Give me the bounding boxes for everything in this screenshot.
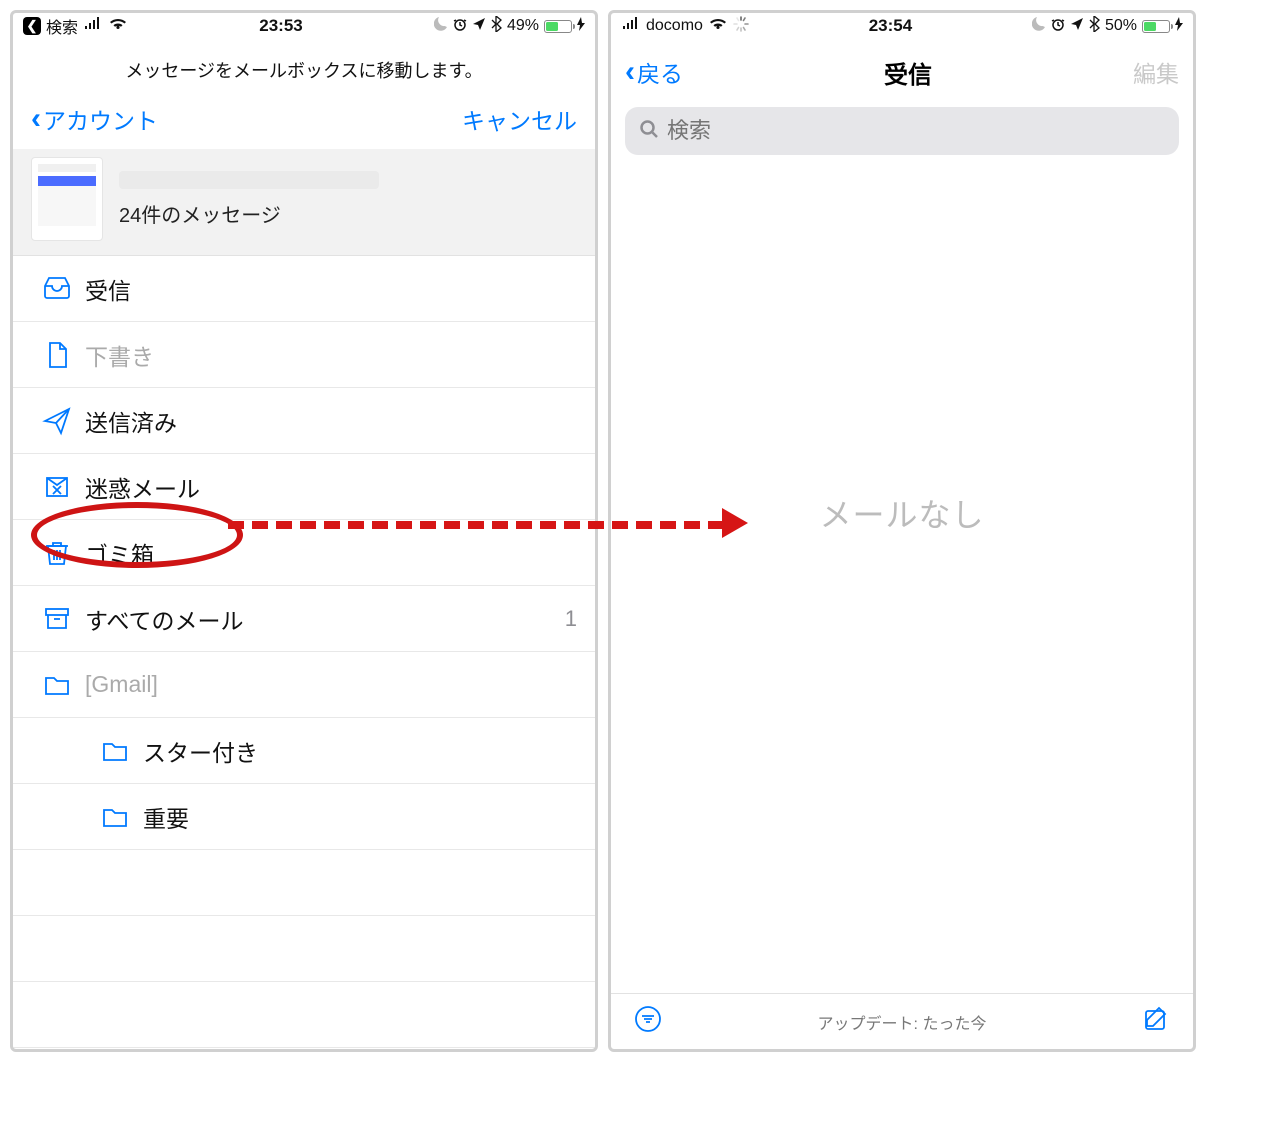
- status-carrier: 検索: [46, 14, 78, 38]
- mailbox-list: 受信下書き送信済み迷惑メールゴミ箱すべてのメール1 [Gmail] スター付き重要: [13, 256, 595, 850]
- spinner-icon: [733, 16, 749, 37]
- battery-percent: 49%: [507, 17, 539, 35]
- mailbox-label: 送信済み: [85, 404, 577, 438]
- signal-icon: [621, 16, 641, 36]
- charging-icon: [577, 16, 585, 36]
- junk-icon: [35, 472, 79, 502]
- search-input[interactable]: [667, 118, 1165, 144]
- dnd-icon: [434, 16, 448, 36]
- mailbox-row-archive[interactable]: すべてのメール1: [13, 586, 595, 652]
- trash-icon: [35, 538, 79, 568]
- folder-icon: [93, 802, 137, 832]
- status-bar: ❮ 検索 23:53: [13, 13, 595, 39]
- status-right: 49%: [434, 16, 585, 37]
- edit-button: 編集: [1133, 55, 1179, 89]
- mailbox-row-inbox[interactable]: 受信: [13, 256, 595, 322]
- summary-text: 24件のメッセージ: [119, 171, 577, 228]
- archive-icon: [35, 604, 79, 634]
- folder-icon: [35, 670, 79, 700]
- compose-button[interactable]: [1141, 1004, 1171, 1039]
- back-button[interactable]: ‹ アカウント: [31, 102, 158, 136]
- battery-percent: 50%: [1105, 17, 1137, 35]
- location-icon: [1070, 16, 1084, 36]
- status-time: 23:53: [128, 16, 434, 36]
- mailbox-label: 受信: [85, 272, 577, 306]
- back-button[interactable]: ‹ 戻る: [625, 55, 683, 89]
- location-icon: [472, 16, 486, 36]
- summary-count: 24件のメッセージ: [119, 199, 577, 228]
- back-app-icon[interactable]: ❮: [23, 17, 41, 35]
- mailbox-label: スター付き: [143, 734, 577, 768]
- mailbox-label: 重要: [143, 800, 577, 834]
- blank-row: [13, 916, 595, 982]
- blank-row: [13, 850, 595, 916]
- status-bar: docomo 23:54: [611, 13, 1193, 39]
- message-summary: 24件のメッセージ: [13, 149, 595, 256]
- mailbox-label: 下書き: [85, 338, 577, 372]
- signal-icon: [83, 16, 103, 36]
- phone-move-mailbox: ❮ 検索 23:53: [10, 10, 598, 1052]
- toolbar-status: アップデート: たった今: [663, 1010, 1141, 1034]
- search-wrap: [611, 105, 1193, 165]
- move-prompt: メッセージをメールボックスに移動します。: [13, 39, 595, 89]
- bluetooth-icon: [491, 16, 502, 37]
- toolbar: アップデート: たった今: [611, 993, 1193, 1049]
- mailbox-label: [Gmail]: [85, 671, 577, 698]
- empty-message: メールなし: [611, 490, 1193, 536]
- mailbox-label: 迷惑メール: [85, 470, 577, 504]
- blank-row: [13, 1048, 595, 1052]
- mailbox-label: すべてのメール: [85, 602, 565, 636]
- mailbox-row-draft[interactable]: 下書き: [13, 322, 595, 388]
- summary-sender-redacted: [119, 171, 379, 189]
- mailbox-row-folder[interactable]: スター付き: [13, 718, 595, 784]
- mailbox-row-trash[interactable]: ゴミ箱: [13, 520, 595, 586]
- chevron-left-icon: ‹: [625, 55, 635, 89]
- search-field[interactable]: [625, 107, 1179, 155]
- folder-icon: [93, 736, 137, 766]
- mailbox-label: ゴミ箱: [85, 536, 577, 570]
- wifi-icon: [708, 16, 728, 36]
- navbar: ‹ 戻る 受信 編集: [611, 39, 1193, 105]
- stage: ❮ 検索 23:53: [0, 0, 1280, 1128]
- mailbox-row-folder[interactable]: [Gmail]: [13, 652, 595, 718]
- mailbox-count: 1: [565, 606, 577, 632]
- status-right: 50%: [1032, 16, 1183, 37]
- phone-inbox: docomo 23:54: [608, 10, 1196, 1052]
- back-label: アカウント: [43, 102, 158, 136]
- mailbox-row-send[interactable]: 送信済み: [13, 388, 595, 454]
- alarm-icon: [453, 16, 467, 36]
- nav-title: 受信: [683, 55, 1133, 90]
- inbox-icon: [35, 274, 79, 304]
- mailbox-row-folder[interactable]: 重要: [13, 784, 595, 850]
- status-left: docomo: [621, 16, 749, 37]
- send-icon: [35, 406, 79, 436]
- status-time: 23:54: [749, 16, 1032, 36]
- filter-button[interactable]: [633, 1004, 663, 1039]
- chevron-left-icon: ‹: [31, 102, 41, 136]
- alarm-icon: [1051, 16, 1065, 36]
- charging-icon: [1175, 16, 1183, 36]
- search-icon: [639, 119, 659, 144]
- bluetooth-icon: [1089, 16, 1100, 37]
- status-carrier: docomo: [646, 17, 703, 35]
- back-label: 戻る: [637, 55, 683, 89]
- navbar: ‹ アカウント キャンセル: [13, 89, 595, 149]
- dnd-icon: [1032, 16, 1046, 36]
- draft-icon: [35, 340, 79, 370]
- cancel-button[interactable]: キャンセル: [462, 102, 577, 136]
- battery-icon: [544, 20, 572, 33]
- battery-icon: [1142, 20, 1170, 33]
- blank-row: [13, 982, 595, 1048]
- wifi-icon: [108, 16, 128, 36]
- message-thumbnail: [31, 157, 103, 241]
- mailbox-row-junk[interactable]: 迷惑メール: [13, 454, 595, 520]
- status-left: ❮ 検索: [23, 14, 128, 38]
